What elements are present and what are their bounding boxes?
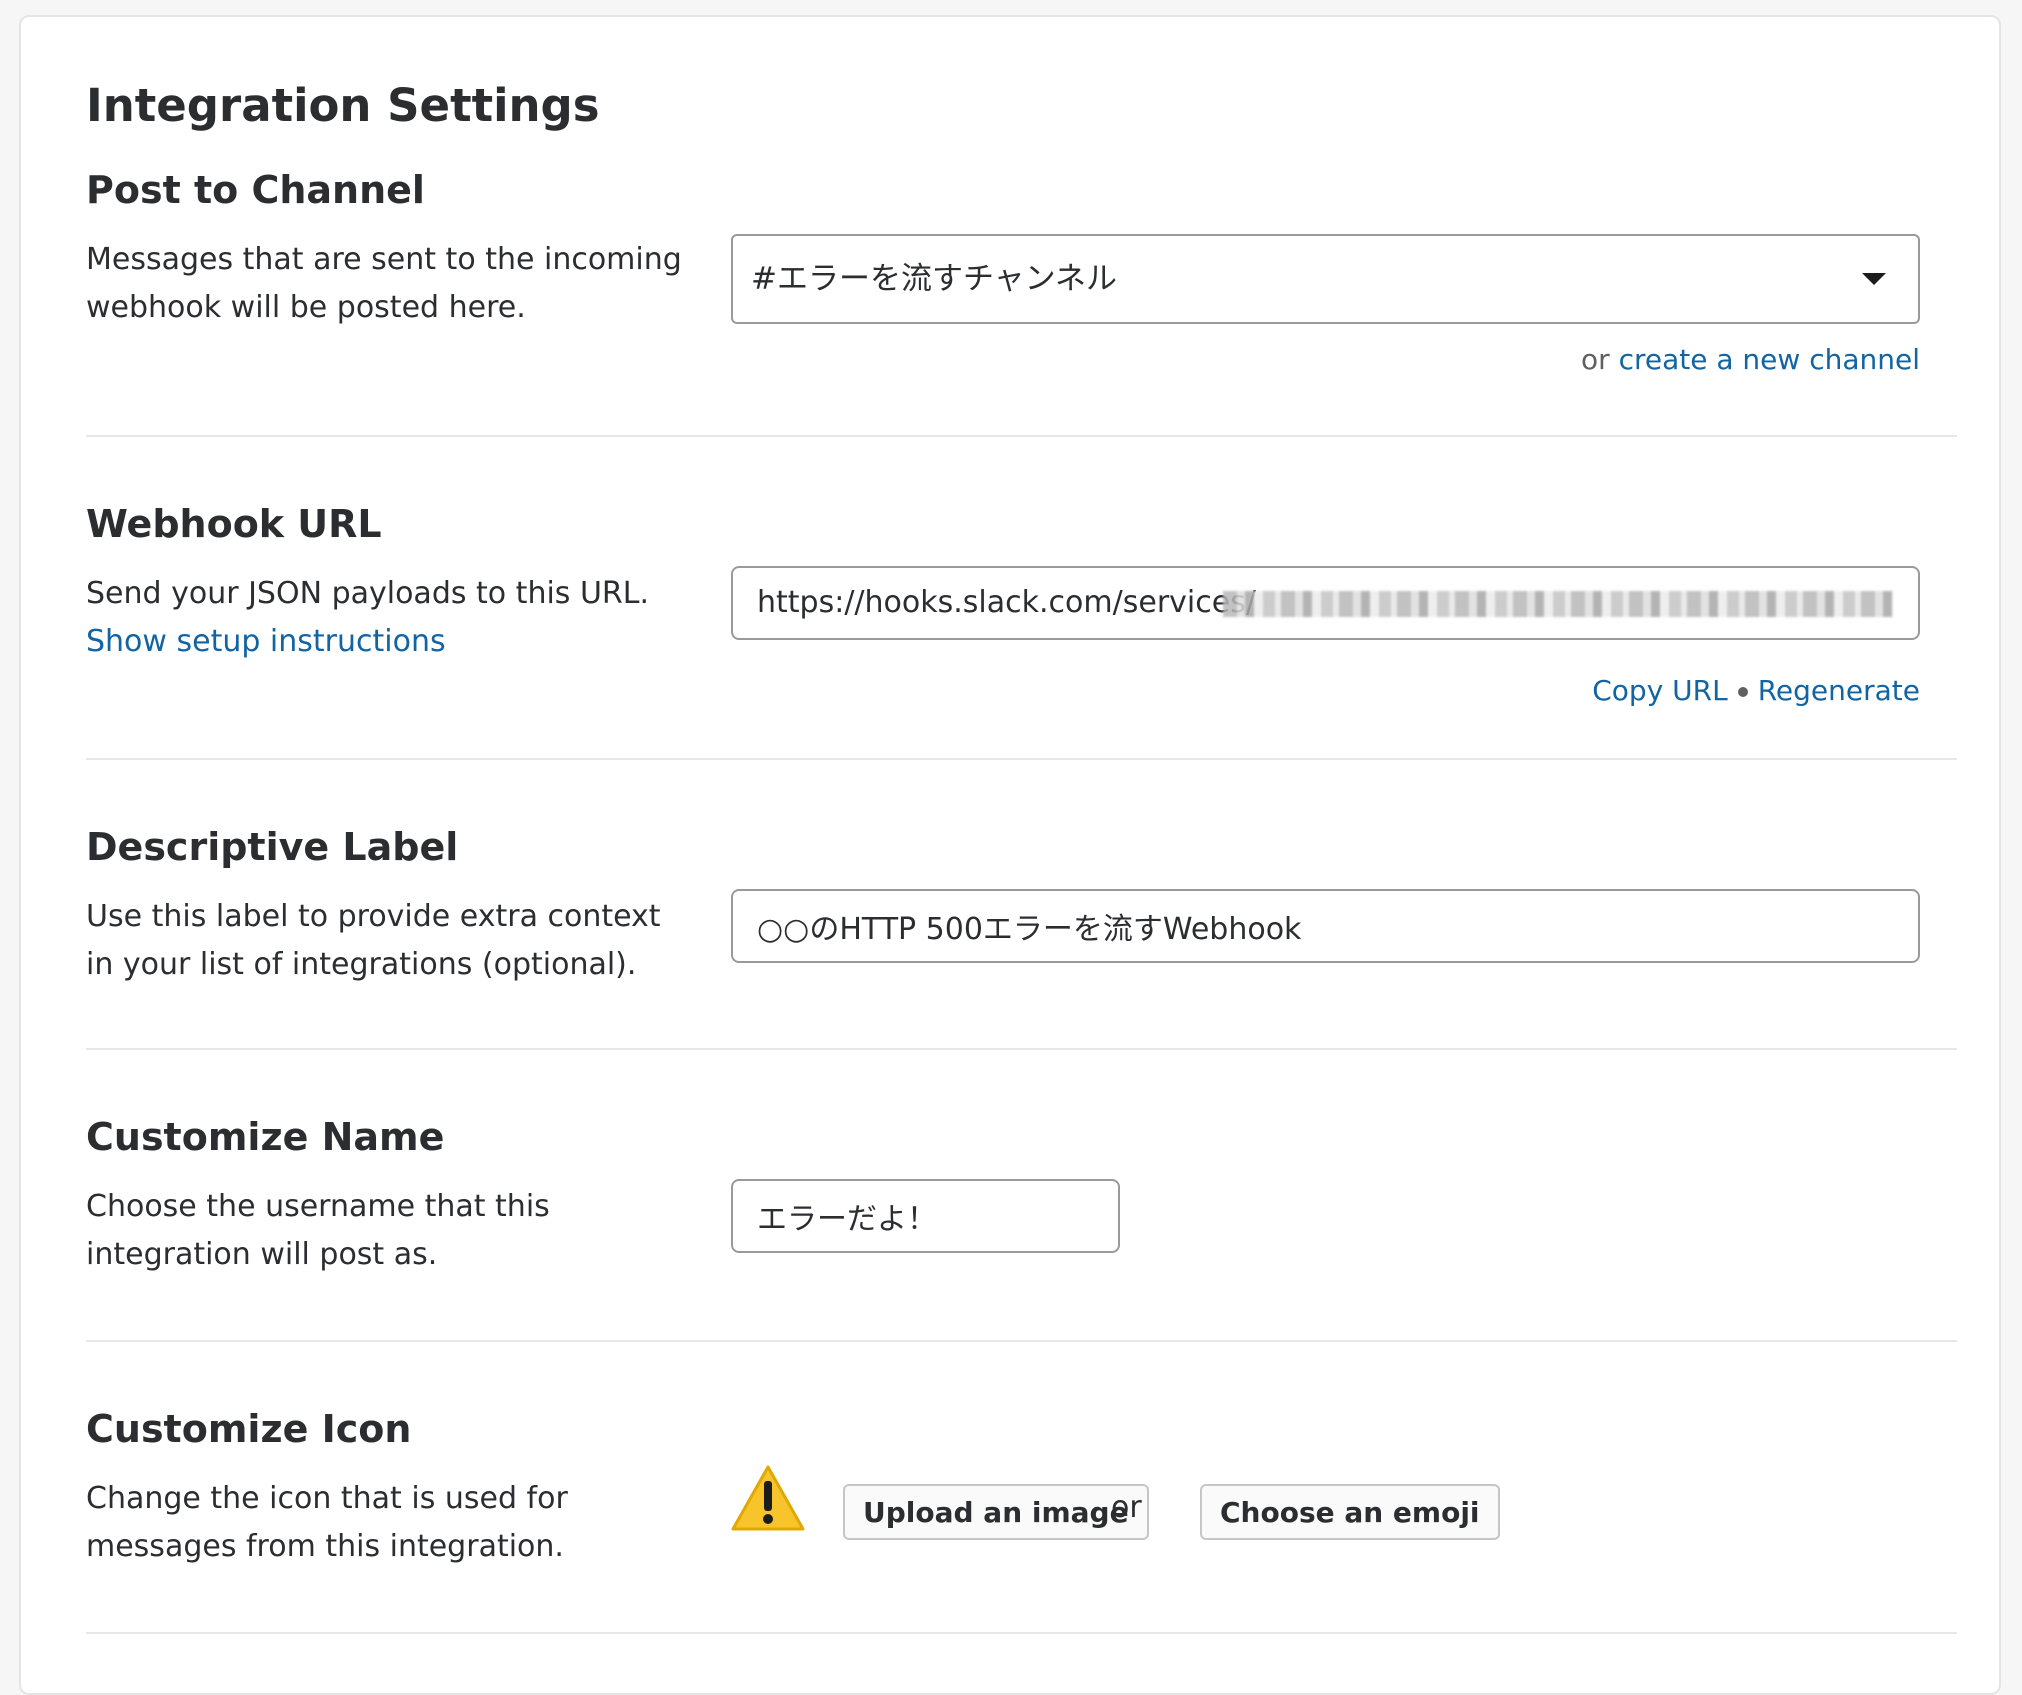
customize-name-description: Choose the username that this integratio… [86, 1189, 550, 1272]
username-input[interactable] [731, 1179, 1120, 1253]
webhook-url-description: Send your JSON payloads to this URL. Sho… [86, 570, 686, 666]
redacted-token [1223, 591, 1893, 617]
webhook-url-description-text: Send your JSON payloads to this URL. [86, 576, 650, 611]
webhook-url-title: Webhook URL [86, 502, 382, 546]
customize-icon-title: Customize Icon [86, 1407, 412, 1451]
webhook-url-field[interactable]: https://hooks.slack.com/services/ [731, 566, 1920, 640]
customize-name-title: Customize Name [86, 1115, 445, 1159]
or-text: or [1581, 343, 1610, 376]
copy-url-link[interactable]: Copy URL [1592, 674, 1727, 707]
channel-select-value: #エラーを流すチャンネル [751, 261, 1118, 297]
warning-icon [731, 1465, 805, 1531]
descriptive-label-title: Descriptive Label [86, 825, 459, 869]
choose-emoji-button[interactable]: Choose an emoji [1200, 1484, 1500, 1540]
divider [86, 1340, 1957, 1342]
divider [86, 758, 1957, 760]
upload-image-button[interactable]: Upload an image [843, 1484, 1149, 1540]
descriptive-label-input[interactable] [731, 889, 1920, 963]
create-channel-row: or create a new channel [1581, 340, 1920, 380]
url-actions-row: Copy URL Regenerate [1592, 671, 1920, 711]
divider [86, 1048, 1957, 1050]
divider [86, 1632, 1957, 1634]
chevron-down-icon [1862, 273, 1886, 285]
regenerate-link[interactable]: Regenerate [1758, 674, 1920, 707]
divider [86, 435, 1957, 437]
post-to-channel-description: Messages that are sent to the incoming w… [86, 242, 682, 325]
customize-icon-description: Change the icon that is used for message… [86, 1481, 568, 1564]
page-title: Integration Settings [86, 79, 600, 132]
show-setup-instructions-link[interactable]: Show setup instructions [86, 624, 446, 659]
settings-card: Integration Settings Post to Channel Mes… [19, 15, 2001, 1695]
separator-dot [1737, 687, 1748, 697]
channel-select[interactable]: #エラーを流すチャンネル [731, 234, 1920, 324]
webhook-url-prefix: https://hooks.slack.com/services/ [757, 585, 1256, 620]
descriptive-label-description: Use this label to provide extra context … [86, 899, 661, 982]
post-to-channel-title: Post to Channel [86, 168, 425, 212]
create-new-channel-link[interactable]: create a new channel [1619, 343, 1920, 376]
or-text: or [1111, 1490, 1142, 1525]
